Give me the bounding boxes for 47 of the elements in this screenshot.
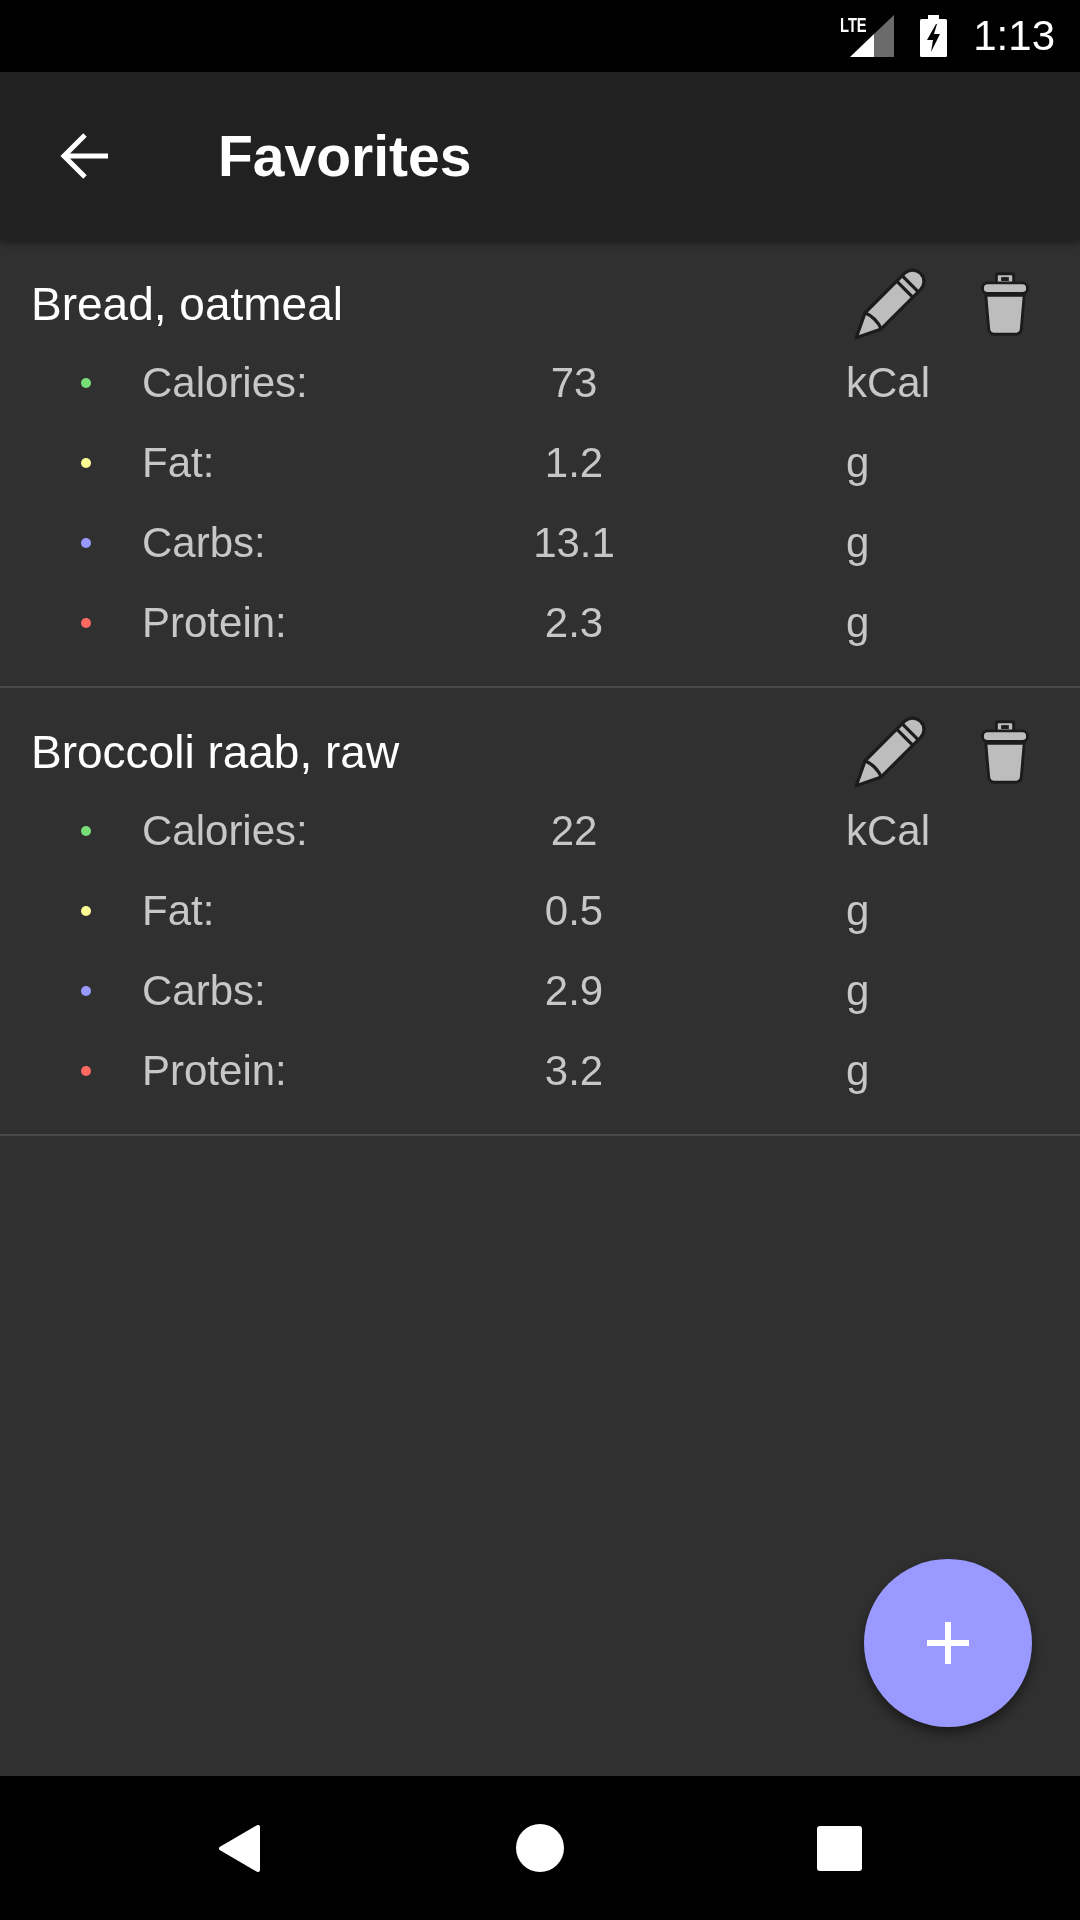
nutrient-unit: kCal: [846, 359, 931, 406]
nutrient-unit: g: [846, 887, 870, 934]
back-arrow-icon: [60, 133, 108, 179]
delete-button[interactable]: [981, 272, 1029, 336]
food-name: Bread, oatmeal: [31, 278, 343, 330]
network-type-label: LTE: [840, 14, 867, 35]
edit-button[interactable]: [854, 268, 926, 340]
back-triangle-icon: [219, 1824, 260, 1872]
nutrient-label: Fat:: [142, 887, 215, 934]
nutrient-unit: g: [846, 519, 870, 566]
nutrient-unit: g: [846, 439, 870, 486]
edit-button[interactable]: [854, 716, 926, 788]
nutrient-value: 1.2: [544, 442, 604, 484]
nutrient-label: Protein:: [142, 1047, 287, 1094]
nutrient-value: 3.2: [544, 1050, 604, 1092]
clock-time: 1:13: [973, 15, 1055, 57]
nutrient-label: Carbs:: [142, 967, 266, 1014]
nutrient-value: 2.9: [544, 970, 604, 1012]
screen-title: Favorites: [218, 127, 472, 185]
back-button[interactable]: [60, 133, 108, 179]
nav-back-button[interactable]: [219, 1824, 260, 1872]
home-button[interactable]: [516, 1824, 564, 1872]
food-name: Broccoli raab, raw: [31, 726, 400, 778]
nutrient-label: Calories:: [142, 807, 308, 854]
plus-icon: [927, 1622, 969, 1664]
battery-charging-icon: [920, 15, 948, 57]
nutrient-label: Carbs:: [142, 519, 266, 566]
nutrient-value: 13.1: [533, 522, 615, 564]
pencil-icon: [854, 716, 926, 788]
nutrient-unit: g: [846, 1047, 870, 1094]
trash-icon: [981, 720, 1029, 784]
nutrient-value: 2.3: [544, 602, 604, 644]
pencil-icon: [854, 268, 926, 340]
home-circle-icon: [516, 1824, 564, 1872]
nutrient-value: 22: [550, 810, 598, 852]
nutrient-unit: kCal: [846, 807, 931, 854]
nutrient-unit: g: [846, 967, 870, 1014]
nutrient-label: Calories:: [142, 359, 308, 406]
delete-button[interactable]: [981, 720, 1029, 784]
trash-icon: [981, 272, 1029, 336]
recents-button[interactable]: [817, 1825, 862, 1871]
nutrient-label: Fat:: [142, 439, 215, 486]
nutrient-label: Protein:: [142, 599, 287, 646]
nutrient-unit: g: [846, 599, 870, 646]
recents-square-icon: [817, 1825, 862, 1871]
nutrient-value: 73: [550, 362, 598, 404]
nutrient-value: 0.5: [544, 890, 604, 932]
